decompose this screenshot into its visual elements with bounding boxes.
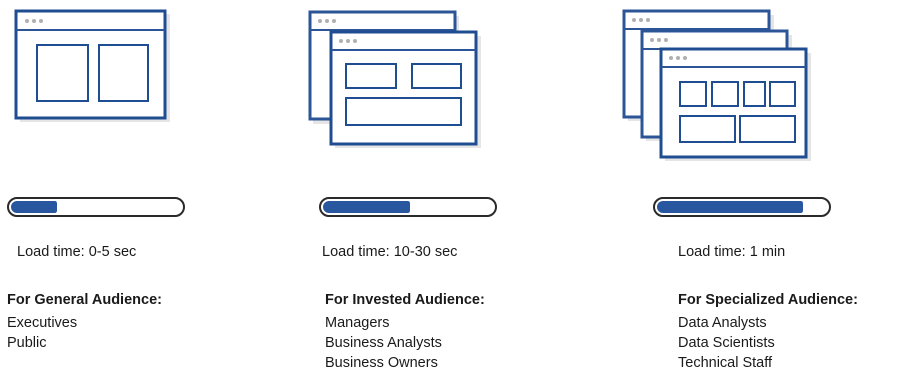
triple-stacked-dashboard-windows-icon bbox=[622, 9, 811, 161]
list-item: Public bbox=[7, 335, 47, 351]
tier-invested: Load time: 10-30 sec For Invested Audien… bbox=[298, 0, 558, 373]
list-item: Data Analysts bbox=[678, 315, 767, 331]
audience-title: For Specialized Audience: bbox=[678, 292, 858, 308]
list-item: Managers bbox=[325, 315, 390, 331]
load-time-label: Load time: 1 min bbox=[678, 244, 786, 260]
audience-list: Managers Business Analysts Business Owne… bbox=[325, 313, 442, 373]
dashboard-window-icon bbox=[14, 9, 170, 122]
load-progress-fill bbox=[323, 201, 410, 213]
audience-title: For Invested Audience: bbox=[325, 292, 485, 308]
list-item: Executives bbox=[7, 315, 78, 331]
load-progress-bar bbox=[7, 197, 185, 217]
tier-specialized: Load time: 1 min For Specialized Audienc… bbox=[620, 0, 880, 373]
tier-general: Load time: 0-5 sec For General Audience:… bbox=[0, 0, 260, 373]
audience-list: Data Analysts Data Scientists Technical … bbox=[678, 313, 775, 373]
stacked-dashboard-windows-icon bbox=[308, 10, 481, 148]
load-progress-fill bbox=[657, 201, 803, 213]
list-item: Data Scientists bbox=[678, 335, 775, 351]
list-item: Business Analysts bbox=[325, 335, 442, 351]
load-progress-fill bbox=[11, 201, 57, 213]
list-item: Business Owners bbox=[325, 355, 438, 371]
load-time-label: Load time: 0-5 sec bbox=[17, 244, 137, 260]
load-progress-bar bbox=[319, 197, 497, 217]
load-progress-bar bbox=[653, 197, 831, 217]
audience-list: Executives Public bbox=[7, 313, 77, 353]
audience-title: For General Audience: bbox=[7, 292, 162, 308]
load-time-label: Load time: 10-30 sec bbox=[322, 244, 458, 260]
list-item: Technical Staff bbox=[678, 355, 773, 371]
